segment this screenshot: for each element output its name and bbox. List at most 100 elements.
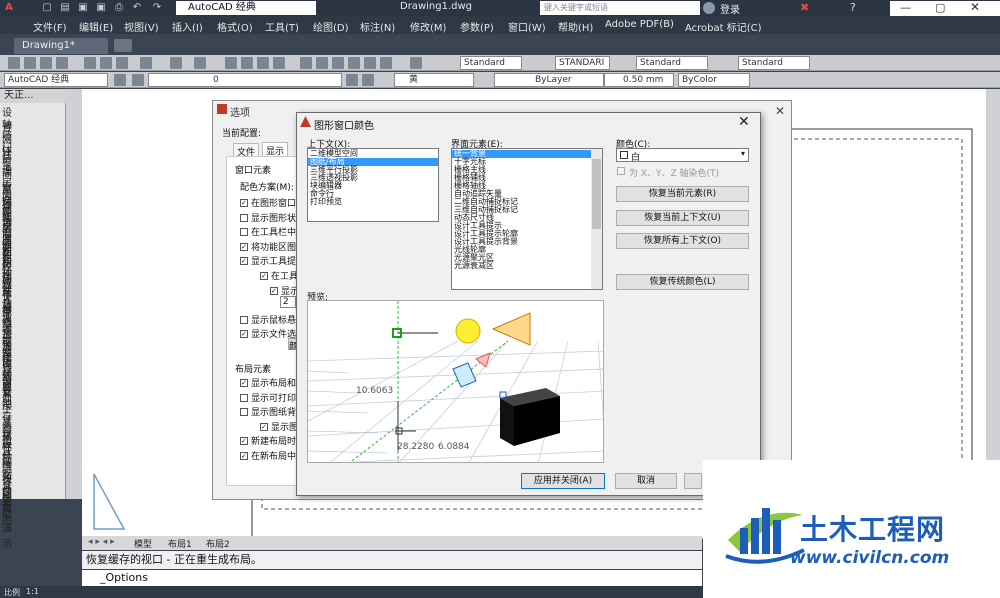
plotstyle-select[interactable]: ByColor <box>678 73 750 87</box>
print-icon[interactable]: ⎙ <box>112 1 126 14</box>
layer-previous-icon[interactable] <box>362 74 374 86</box>
mleader-style-select[interactable]: Standard <box>738 56 810 70</box>
layer-make-current-icon[interactable] <box>346 74 358 86</box>
undo-icon[interactable]: ↶ <box>130 1 144 14</box>
option-checkbox-row[interactable]: 显示可打印 <box>240 391 296 404</box>
checkbox[interactable] <box>240 228 248 237</box>
zoom-realtime-icon[interactable] <box>241 57 253 69</box>
checkbox[interactable]: ✓ <box>260 422 268 431</box>
option-checkbox-row[interactable]: 显示图纸背 <box>240 405 296 418</box>
scale-value[interactable]: 1:1 <box>26 587 39 596</box>
help-icon[interactable]: ? <box>850 1 856 14</box>
option-checkbox-row[interactable]: ✓ 在新布局中 <box>240 449 296 462</box>
menu-window[interactable]: 窗口(W) <box>508 19 546 34</box>
color-select[interactable]: 黄 <box>394 73 474 87</box>
context-list[interactable]: 二维模型空间 图纸/布局 三维平行投影 三维透视投影 块编辑器 命令行 打印预览 <box>307 148 439 222</box>
pan-icon[interactable] <box>225 57 237 69</box>
help-button[interactable] <box>684 473 702 489</box>
app-logo-icon[interactable]: A <box>2 1 16 14</box>
dim-style-select[interactable]: STANDARI <box>555 56 610 70</box>
tab-model[interactable]: 模型 <box>134 537 152 550</box>
menu-edit[interactable]: 编辑(E) <box>79 19 113 34</box>
option-checkbox-row[interactable]: ✓ 显示图 <box>260 420 298 433</box>
option-checkbox-row[interactable]: ✓ 在图形窗口 <box>240 196 296 209</box>
workspace-combo[interactable]: AutoCAD 经典 <box>4 73 108 87</box>
redo-tb-icon[interactable] <box>194 57 206 69</box>
paste-icon[interactable] <box>116 57 128 69</box>
checkbox[interactable] <box>240 315 248 324</box>
table-style-select[interactable]: Standard <box>636 56 708 70</box>
login-button[interactable]: 登录 <box>720 1 740 16</box>
interface-element-item[interactable]: 光源衰减区 <box>452 262 602 270</box>
menu-modify[interactable]: 修改(M) <box>410 19 446 34</box>
maximize-icon[interactable]: ▢ <box>935 1 945 14</box>
quickcalc-icon[interactable] <box>380 57 392 69</box>
plot-icon[interactable] <box>56 57 68 69</box>
qnew-icon[interactable] <box>8 57 20 69</box>
matchprop-icon[interactable] <box>140 57 152 69</box>
redo-icon[interactable]: ↷ <box>150 1 164 14</box>
checkbox[interactable] <box>240 213 248 222</box>
checkbox[interactable]: ✓ <box>240 199 248 207</box>
cancel-button[interactable]: 取消 <box>615 473 677 489</box>
checkbox[interactable] <box>240 408 248 417</box>
tab-nav-icon[interactable]: ◂ ▸ ◂ ▸ <box>88 537 115 547</box>
options-close-icon[interactable]: ✕ <box>775 104 785 118</box>
exchange-icon[interactable]: ✖ <box>800 1 809 14</box>
menu-parametric[interactable]: 参数(P) <box>460 19 494 34</box>
markup-icon[interactable] <box>364 57 376 69</box>
tab-drawing1[interactable]: Drawing1* <box>14 38 108 54</box>
menu-file[interactable]: 文件(F) <box>33 19 67 34</box>
checkbox[interactable]: ✓ <box>270 286 278 295</box>
layer-select[interactable]: 0 <box>148 73 342 87</box>
panel-item[interactable]: 帮助演示 <box>2 490 12 550</box>
option-checkbox-row[interactable]: 在工具栏中 <box>240 225 296 238</box>
save-file-icon[interactable] <box>40 57 52 69</box>
checkbox[interactable]: ✓ <box>240 257 248 266</box>
checkbox[interactable]: ✓ <box>240 437 248 446</box>
option-checkbox-row[interactable]: ✓ 显示布局和 <box>240 376 296 389</box>
save-icon[interactable]: ▣ <box>76 1 90 14</box>
context-item[interactable]: 打印预览 <box>308 198 438 206</box>
menu-view[interactable]: 视图(V) <box>124 19 159 34</box>
menu-acrobat[interactable]: Acrobat 标记(C) <box>685 19 762 34</box>
checkbox[interactable]: ✓ <box>240 379 248 387</box>
dialog-close-icon[interactable]: ✕ <box>738 114 750 130</box>
restore-classic-button[interactable]: 恢复传统颜色(L) <box>616 274 749 290</box>
linetype-select[interactable]: ByLayer <box>494 73 604 87</box>
zoom-window-icon[interactable] <box>257 57 269 69</box>
lineweight-select[interactable]: 0.50 mm <box>604 73 674 87</box>
restore-context-button[interactable]: 恢复当前上下文(U) <box>616 210 749 226</box>
designcenter-icon[interactable] <box>316 57 328 69</box>
option-checkbox-row[interactable]: ✓ 在工具 <box>260 269 298 282</box>
menu-help[interactable]: 帮助(H) <box>558 19 593 34</box>
tint-axis-checkbox[interactable] <box>617 167 625 175</box>
workspace-select[interactable]: AutoCAD 经典 <box>176 1 316 15</box>
tooltip-delay-input[interactable]: 2 <box>280 296 296 308</box>
option-checkbox-row[interactable]: ✓ 新建布局时 <box>240 434 296 447</box>
option-checkbox-row[interactable]: 显示图形状 <box>240 211 296 224</box>
checkbox[interactable]: ✓ <box>240 242 248 251</box>
saveas-icon[interactable]: ▣ <box>94 1 108 14</box>
apply-close-button[interactable]: 应用并关闭(A) <box>521 473 605 489</box>
option-checkbox-row[interactable]: ✓ 显示工具提 <box>240 254 296 267</box>
minimize-icon[interactable]: — <box>900 1 911 14</box>
cut-icon[interactable] <box>84 57 96 69</box>
copy-icon[interactable] <box>100 57 112 69</box>
workspace-settings-icon[interactable] <box>114 74 126 86</box>
open-file-icon[interactable] <box>24 57 36 69</box>
element-list-scrollbar[interactable] <box>591 149 602 289</box>
menu-format[interactable]: 格式(O) <box>217 19 253 34</box>
search-input[interactable]: 键入关键字或短语 <box>540 1 700 15</box>
sheetset-icon[interactable] <box>348 57 360 69</box>
tab-layout1[interactable]: 布局1 <box>168 537 192 550</box>
option-checkbox-row[interactable]: 显示鼠标悬 <box>240 313 296 326</box>
text-style-select[interactable]: Standard <box>460 56 522 70</box>
toolpalettes-icon[interactable] <box>332 57 344 69</box>
layer-manager-icon[interactable] <box>132 74 144 86</box>
restore-element-button[interactable]: 恢复当前元素(R) <box>616 186 749 202</box>
new-icon[interactable]: ▢ <box>40 1 54 14</box>
restore-all-button[interactable]: 恢复所有上下文(O) <box>616 233 749 249</box>
new-tab-icon[interactable] <box>114 39 132 52</box>
help-tb-icon[interactable] <box>410 57 422 69</box>
